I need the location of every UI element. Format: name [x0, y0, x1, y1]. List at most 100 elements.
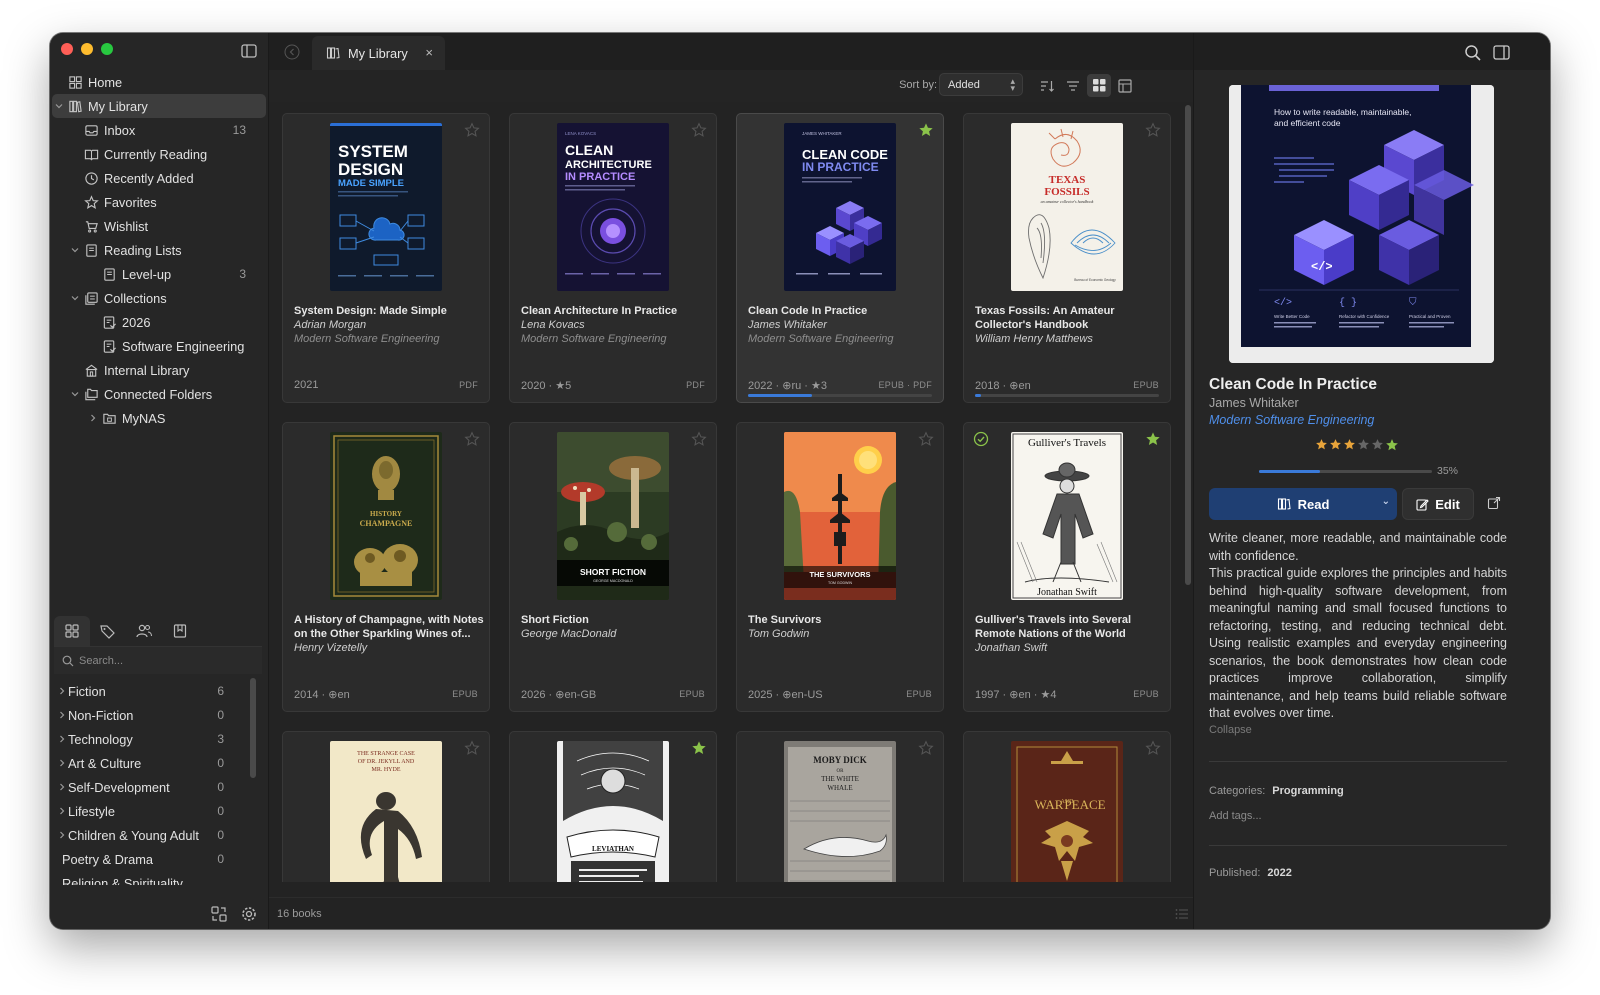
settings-gear-icon[interactable]: [240, 905, 258, 923]
rating-star-filled-icon[interactable]: [1315, 438, 1328, 451]
book-cover[interactable]: THE STRANGE CASE OF DR. JEKYLL AND MR. HYD…: [330, 741, 442, 882]
book-card[interactable]: TEXAS FOSSILS an amateur collector's handb…: [963, 113, 1171, 403]
sidebar-item-home[interactable]: Home: [52, 70, 266, 94]
sidebar-item-connected-folders[interactable]: Connected Folders: [52, 382, 266, 406]
back-icon[interactable]: [284, 44, 300, 60]
chevron-right-icon[interactable]: [57, 686, 67, 696]
sidebar-item-collections[interactable]: Collections: [52, 286, 266, 310]
book-card[interactable]: Gulliver's Travels Jonathan Swift Gulliver…: [963, 422, 1171, 712]
book-cover[interactable]: WAR AND PEACE: [1011, 741, 1123, 882]
chevron-right-icon[interactable]: [57, 758, 67, 768]
add-tags-field[interactable]: Add tags...: [1209, 810, 1262, 822]
favorite-star-filled-icon[interactable]: [691, 740, 707, 756]
sidebar-item-my-library[interactable]: My Library: [52, 94, 266, 118]
category-item-fiction[interactable]: Fiction 6: [50, 679, 250, 703]
collapse-description-link[interactable]: Collapse: [1209, 724, 1252, 736]
chevron-down-icon[interactable]: [70, 293, 80, 303]
book-card[interactable]: JAMES WHITAKER CLEAN CODE IN PRACTICE Clean…: [736, 113, 944, 403]
sidebar-item-inbox[interactable]: Inbox 13: [52, 118, 266, 142]
book-card[interactable]: LENA KOVACS CLEAN ARCHITECTURE IN PRACTICE C…: [509, 113, 717, 403]
book-card[interactable]: LEVIATHAN: [509, 731, 717, 882]
rating-star-filled-icon[interactable]: [1343, 438, 1356, 451]
favorite-star-icon[interactable]: [464, 122, 480, 138]
close-window-button[interactable]: [61, 43, 73, 55]
grid-view-icon[interactable]: [1087, 74, 1111, 97]
sidebar-item-wishlist[interactable]: Wishlist: [52, 214, 266, 238]
sidebar-item-software-engineering[interactable]: Software Engineering: [52, 334, 266, 358]
list-icon[interactable]: [1175, 908, 1189, 920]
chevron-right-icon[interactable]: [57, 734, 67, 744]
book-cover[interactable]: TEXAS FOSSILS an amateur collector's handb…: [1011, 123, 1123, 291]
book-cover[interactable]: SYSTEM DESIGN MADE SIMPLE: [330, 123, 442, 291]
chevron-right-icon[interactable]: [57, 710, 67, 720]
grid-scrollbar[interactable]: [1185, 105, 1191, 585]
book-card[interactable]: THE SURVIVORS TOM GODWIN The Survivors Tom …: [736, 422, 944, 712]
favorite-star-icon[interactable]: [1145, 122, 1161, 138]
zoom-window-button[interactable]: [101, 43, 113, 55]
book-cover[interactable]: LEVIATHAN: [557, 741, 669, 882]
favorite-star-filled-icon[interactable]: [1145, 431, 1161, 447]
detail-book-cover[interactable]: How to write readable, maintainable, and…: [1229, 85, 1494, 363]
tags-tab[interactable]: [90, 616, 126, 646]
sidebar-item-level-up[interactable]: Level-up 3: [52, 262, 266, 286]
favorite-star-icon[interactable]: [918, 431, 934, 447]
favorite-star-icon[interactable]: [918, 740, 934, 756]
category-item-lifestyle[interactable]: Lifestyle 0: [50, 799, 250, 823]
chevron-down-icon[interactable]: [70, 245, 80, 255]
sidebar-item-2026[interactable]: 2026: [52, 310, 266, 334]
rating-star-filled-icon[interactable]: [1329, 438, 1342, 451]
sort-select[interactable]: Added ▴ ▾: [939, 73, 1023, 96]
favorite-star-filled-icon[interactable]: [918, 122, 934, 138]
sidebar-search-input[interactable]: [79, 654, 249, 667]
category-item-self-development[interactable]: Self-Development 0: [50, 775, 250, 799]
search-icon[interactable]: [1464, 44, 1482, 62]
category-item-art-culture[interactable]: Art & Culture 0: [50, 751, 250, 775]
sidebar-item-recently-added[interactable]: Recently Added: [52, 166, 266, 190]
book-card[interactable]: WAR AND PEACE: [963, 731, 1171, 882]
rating-star-empty-icon[interactable]: [1357, 438, 1370, 451]
book-cover[interactable]: SHORT FICTION GEORGE MACDONALD: [557, 432, 669, 600]
favorite-star-icon[interactable]: [1145, 740, 1161, 756]
table-view-icon[interactable]: [1117, 78, 1133, 94]
favorite-star-icon[interactable]: [464, 740, 480, 756]
sidebar-item-reading-lists[interactable]: Reading Lists: [52, 238, 266, 262]
favorite-star-icon[interactable]: [691, 122, 707, 138]
detail-series-link[interactable]: Modern Software Engineering: [1209, 413, 1374, 427]
book-cover[interactable]: Gulliver's Travels Jonathan Swift: [1011, 432, 1123, 600]
detail-favorite-star-icon[interactable]: [1385, 438, 1399, 452]
detail-rating[interactable]: [1315, 438, 1384, 451]
category-item-children-young-adult[interactable]: Children & Young Adult 0: [50, 823, 250, 847]
book-card[interactable]: SHORT FICTION GEORGE MACDONALD Short Ficti…: [509, 422, 717, 712]
sidebar-item-favorites[interactable]: Favorites: [52, 190, 266, 214]
sidebar-toggle-icon[interactable]: [241, 43, 257, 59]
category-item-religion-spirituality[interactable]: Religion & Spirituality: [50, 871, 250, 886]
finished-check-icon[interactable]: [973, 431, 989, 447]
read-options-chevron-icon[interactable]: ⌄: [1382, 496, 1390, 507]
book-cover[interactable]: JAMES WHITAKER CLEAN CODE IN PRACTICE: [784, 123, 896, 291]
authors-tab[interactable]: [126, 616, 162, 646]
book-card[interactable]: HISTORY CHAMPAGNE A History of Champagne, …: [282, 422, 490, 712]
filter-icon[interactable]: [1065, 78, 1081, 94]
sidebar-item-currently-reading[interactable]: Currently Reading: [52, 142, 266, 166]
sidebar-item-internal-library[interactable]: Internal Library: [52, 358, 266, 382]
right-panel-toggle-icon[interactable]: [1493, 44, 1510, 61]
chevron-right-icon[interactable]: [57, 806, 67, 816]
sync-icon[interactable]: [210, 905, 228, 923]
chevron-right-icon[interactable]: [57, 830, 67, 840]
category-item-poetry-drama[interactable]: Poetry & Drama 0: [50, 847, 250, 871]
read-button[interactable]: Read ⌄: [1209, 488, 1397, 520]
book-cover[interactable]: HISTORY CHAMPAGNE: [330, 432, 442, 600]
chevron-right-icon[interactable]: [57, 782, 67, 792]
minimize-window-button[interactable]: [81, 43, 93, 55]
tab-my-library[interactable]: My Library ×: [312, 36, 445, 70]
sidebar-scrollbar[interactable]: [250, 678, 256, 778]
book-cover[interactable]: THE SURVIVORS TOM GODWIN: [784, 432, 896, 600]
book-card[interactable]: MOBY DICK OR THE WHITE WHALE: [736, 731, 944, 882]
book-card[interactable]: THE STRANGE CASE OF DR. JEKYLL AND MR. HYD…: [282, 731, 490, 882]
close-tab-icon[interactable]: ×: [425, 45, 433, 60]
sidebar-item-mynas[interactable]: MyNAS: [52, 406, 266, 430]
categories-value[interactable]: Programming: [1272, 785, 1344, 797]
category-item-non-fiction[interactable]: Non-Fiction 0: [50, 703, 250, 727]
book-card[interactable]: SYSTEM DESIGN MADE SIMPLE System Design: Ma…: [282, 113, 490, 403]
sort-order-icon[interactable]: [1039, 78, 1055, 94]
